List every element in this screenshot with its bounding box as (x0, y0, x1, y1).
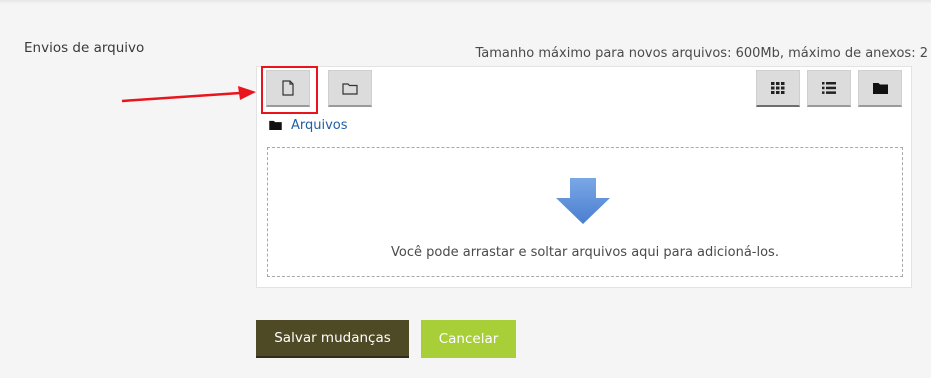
add-file-button[interactable] (266, 70, 310, 107)
pointer-arrow (121, 86, 256, 103)
down-arrow-icon (556, 178, 610, 224)
folder-solid-icon (872, 83, 888, 94)
grid-icon (771, 82, 785, 94)
breadcrumb: Arquivos (269, 116, 348, 134)
folder-solid-icon (269, 120, 282, 130)
view-icons-button[interactable] (756, 70, 800, 107)
list-icon (822, 82, 836, 94)
create-folder-button[interactable] (328, 70, 372, 107)
view-list-button[interactable] (807, 70, 851, 107)
save-button[interactable]: Salvar mudanças (256, 320, 409, 358)
folder-outline-icon (342, 82, 358, 95)
field-label: Envios de arquivo (24, 40, 145, 56)
cancel-button[interactable]: Cancelar (421, 320, 516, 358)
file-manager: Arquivos Você pode arrastar e soltar arq… (256, 66, 912, 288)
max-file-info: Tamanho máximo para novos arquivos: 600M… (475, 46, 928, 61)
file-icon (282, 80, 294, 96)
breadcrumb-folder-link[interactable]: Arquivos (291, 118, 348, 133)
file-dropzone[interactable]: Você pode arrastar e soltar arquivos aqu… (267, 147, 903, 277)
page-top-edge (0, 0, 931, 4)
dropzone-text: Você pode arrastar e soltar arquivos aqu… (391, 245, 779, 260)
view-tree-button[interactable] (858, 70, 902, 107)
